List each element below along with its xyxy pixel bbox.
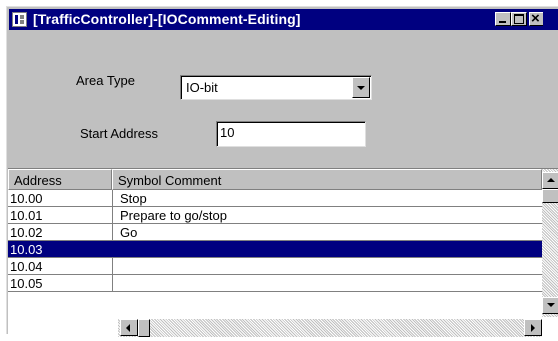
comment-cell[interactable]: Prepare to go/stop bbox=[120, 208, 227, 223]
address-cell: 10.00 bbox=[10, 191, 43, 206]
table-body: 10.00 Stop 10.01 Prepare to go/stop 10.0… bbox=[8, 190, 542, 292]
address-cell: 10.04 bbox=[10, 259, 43, 274]
table-row[interactable]: 10.02 Go bbox=[8, 224, 542, 241]
table-row[interactable]: 10.05 bbox=[8, 275, 542, 292]
column-header-symbol-comment[interactable]: Symbol Comment bbox=[112, 169, 542, 190]
horizontal-scroll-thumb[interactable] bbox=[138, 319, 150, 337]
scrollbar-spacer bbox=[8, 319, 118, 337]
area-type-select[interactable]: IO-bit bbox=[180, 75, 372, 100]
scroll-right-icon[interactable] bbox=[524, 319, 542, 336]
table-row-selected[interactable]: 10.03 bbox=[8, 241, 542, 258]
minimize-button[interactable] bbox=[495, 12, 511, 26]
table-row[interactable]: 10.00 Stop bbox=[8, 190, 542, 207]
address-cell: 10.03 bbox=[10, 242, 43, 257]
scroll-up-icon[interactable] bbox=[542, 172, 558, 189]
scroll-left-icon[interactable] bbox=[120, 319, 138, 336]
start-address-label: Start Address bbox=[80, 126, 159, 141]
table-row[interactable]: 10.04 bbox=[8, 258, 542, 275]
column-header-address[interactable]: Address bbox=[8, 169, 112, 190]
start-address-input[interactable] bbox=[220, 125, 360, 140]
chevron-down-icon[interactable] bbox=[352, 77, 370, 98]
area-type-value: IO-bit bbox=[186, 80, 218, 95]
comment-cell[interactable]: Stop bbox=[120, 191, 147, 206]
plc-editor-icon[interactable] bbox=[12, 12, 27, 27]
start-address-field-box bbox=[216, 121, 366, 147]
comment-cell[interactable]: Go bbox=[120, 225, 137, 240]
title-bar[interactable]: [TrafficController]-[IOComment-Editing] bbox=[9, 9, 558, 30]
maximize-button[interactable] bbox=[511, 12, 527, 26]
address-cell: 10.02 bbox=[10, 225, 43, 240]
scroll-down-icon[interactable] bbox=[542, 297, 558, 314]
horizontal-scrollbar[interactable] bbox=[118, 319, 542, 337]
table-header: Address Symbol Comment bbox=[8, 169, 542, 190]
vertical-scrollbar[interactable] bbox=[542, 169, 558, 317]
window-title: [TrafficController]-[IOComment-Editing] bbox=[33, 11, 301, 27]
vertical-scroll-thumb[interactable] bbox=[542, 189, 558, 203]
address-cell: 10.05 bbox=[10, 276, 43, 291]
io-comment-table: Address Symbol Comment 10.00 Stop 10.01 … bbox=[8, 168, 558, 341]
address-cell: 10.01 bbox=[10, 208, 43, 223]
area-type-label: Area Type bbox=[76, 73, 136, 88]
close-button[interactable] bbox=[529, 10, 543, 27]
table-row[interactable]: 10.01 Prepare to go/stop bbox=[8, 207, 542, 224]
